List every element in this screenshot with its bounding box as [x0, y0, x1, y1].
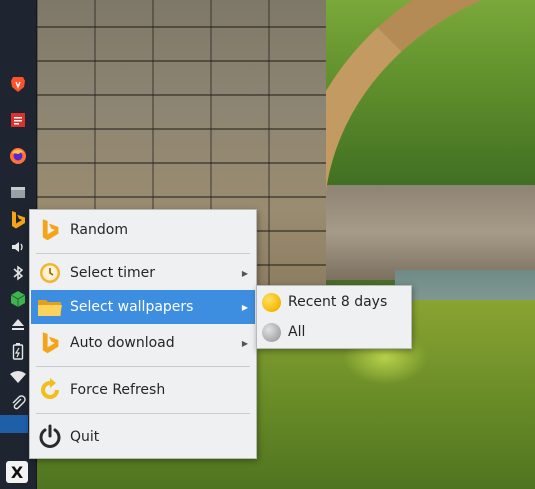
- bing-icon: [37, 217, 63, 243]
- menu-separator: [36, 413, 250, 414]
- folder-icon: [37, 294, 63, 320]
- notes-app-icon[interactable]: [8, 110, 28, 130]
- bluetooth-icon[interactable]: [8, 263, 28, 283]
- submenu-item-all[interactable]: All: [258, 318, 410, 346]
- menu-separator: [36, 253, 250, 254]
- x-launcher-button[interactable]: X: [6, 461, 28, 483]
- power-icon: [37, 424, 63, 450]
- wifi-icon[interactable]: [8, 367, 28, 387]
- menu-item-label: Force Refresh: [70, 382, 166, 398]
- menu-item-label: Random: [70, 222, 128, 238]
- clipboard-icon[interactable]: [8, 393, 28, 413]
- menu-separator: [36, 366, 250, 367]
- submenu-arrow-icon: ▶: [241, 338, 248, 348]
- active-task-indicator[interactable]: [0, 415, 28, 433]
- submenu-arrow-icon: ▶: [241, 268, 248, 278]
- submenu-item-label: All: [288, 324, 306, 340]
- bing-wallpaper-tray-icon[interactable]: [8, 210, 28, 230]
- menu-item-label: Auto download: [70, 335, 175, 351]
- clock-icon: [37, 260, 63, 286]
- submenu-item-recent-8-days[interactable]: Recent 8 days: [258, 288, 410, 316]
- gray-dot-icon: [262, 322, 281, 342]
- file-manager-icon[interactable]: [8, 182, 28, 202]
- battery-icon[interactable]: [8, 341, 28, 361]
- menu-item-select-wallpapers[interactable]: Select wallpapers ▶: [31, 290, 255, 324]
- eject-icon[interactable]: [8, 314, 28, 334]
- menu-item-label: Quit: [70, 429, 100, 445]
- menu-item-auto-download[interactable]: Auto download ▶: [31, 326, 255, 360]
- submenu-item-label: Recent 8 days: [288, 294, 388, 310]
- firefox-icon[interactable]: [8, 146, 28, 166]
- menu-item-label: Select wallpapers: [70, 299, 194, 315]
- menu-item-quit[interactable]: Quit: [31, 420, 255, 454]
- bing-icon: [37, 330, 63, 356]
- package-updater-icon[interactable]: [8, 289, 28, 309]
- menu-item-select-timer[interactable]: Select timer ▶: [31, 256, 255, 290]
- refresh-icon: [37, 377, 63, 403]
- menu-item-label: Select timer: [70, 265, 156, 281]
- yellow-dot-icon: [262, 292, 281, 312]
- bing-wallpaper-context-menu: Random Select timer ▶ Select wallpapers …: [29, 209, 257, 459]
- brave-browser-icon[interactable]: [8, 74, 28, 94]
- volume-icon[interactable]: [8, 237, 28, 257]
- menu-item-force-refresh[interactable]: Force Refresh: [31, 373, 255, 407]
- submenu-arrow-icon: ▶: [241, 302, 248, 312]
- select-wallpapers-submenu: Recent 8 days All: [256, 285, 412, 349]
- menu-item-random[interactable]: Random: [31, 213, 255, 247]
